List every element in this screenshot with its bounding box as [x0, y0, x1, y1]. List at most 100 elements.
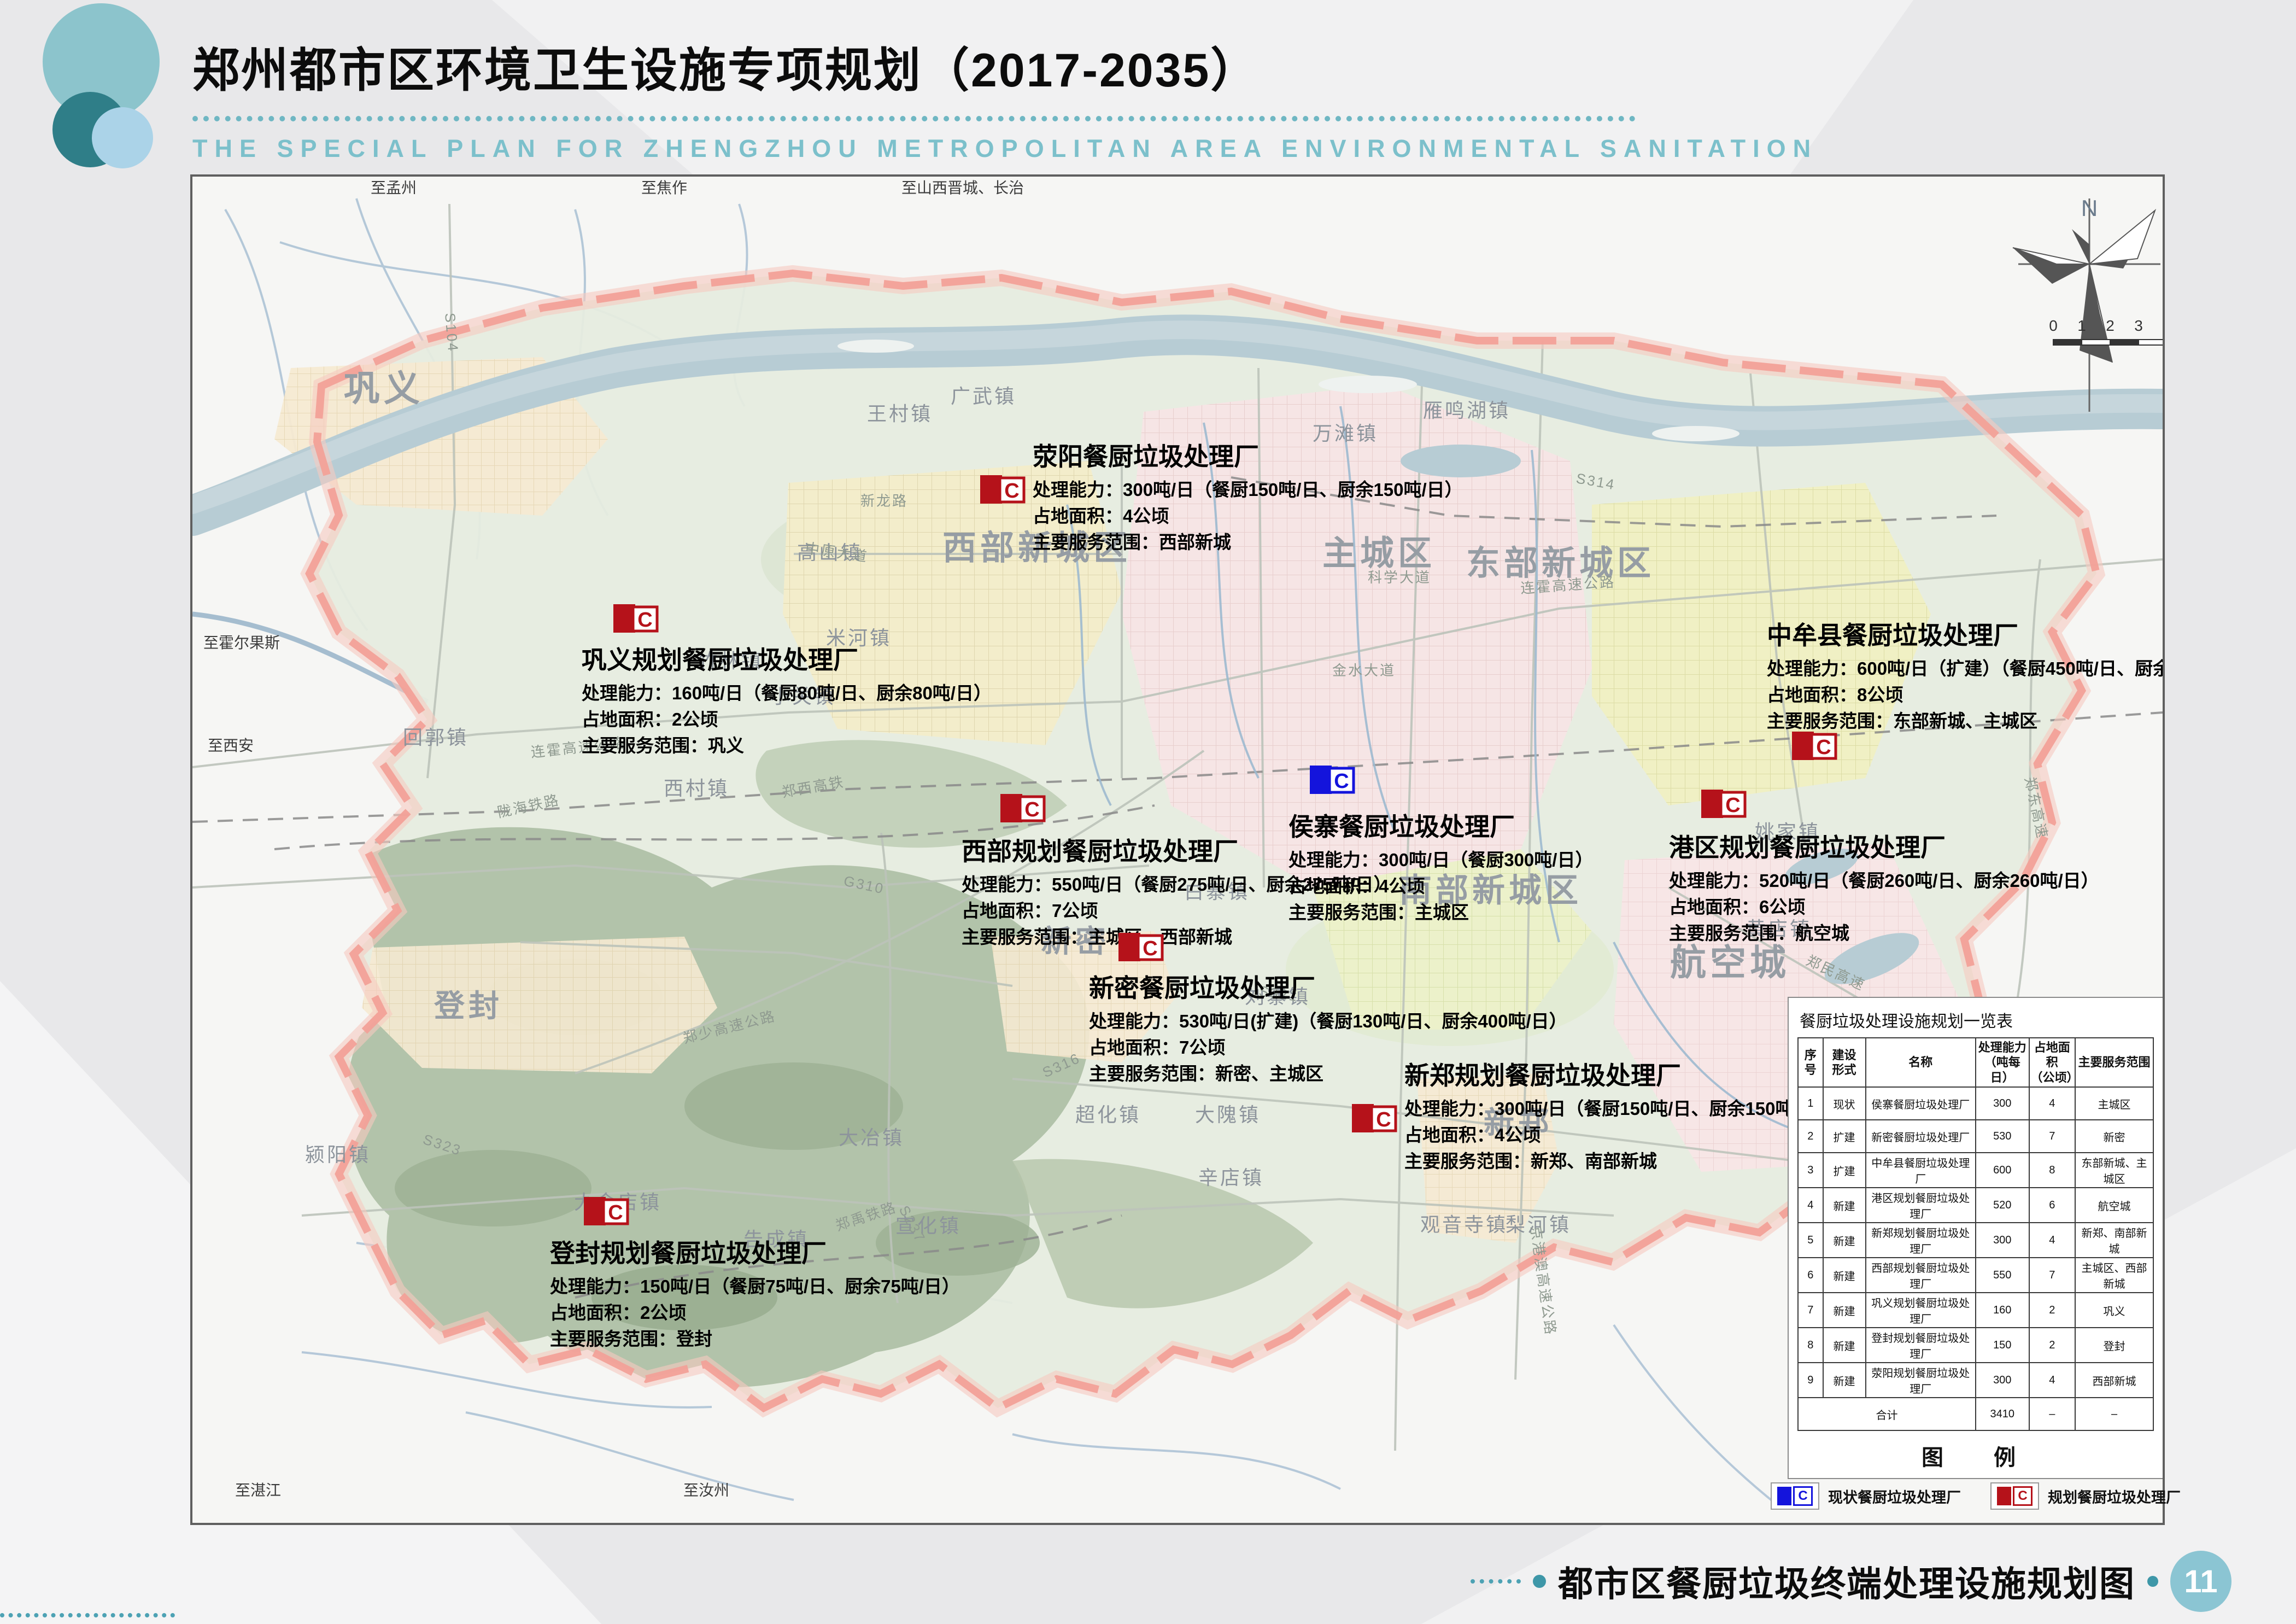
table-cell: 4 [2029, 1223, 2076, 1258]
road-label: 科学大道 [1368, 569, 1431, 586]
footer-caption: 都市区餐厨垃圾终端处理设施规划图 [1558, 1556, 2135, 1607]
legend-item: C规划餐厨垃圾处理厂 [1990, 1482, 2181, 1510]
marker-letter: C [1334, 770, 1349, 793]
table-cell: 8 [2029, 1153, 2076, 1188]
scale-bar-label: 2 [2106, 317, 2115, 334]
table-cell: 600 [1976, 1153, 2029, 1188]
table-cell: 4 [2029, 1087, 2076, 1120]
table-row: 3扩建中牟县餐厨垃圾处理厂6008东部新城、主城区 [1798, 1153, 2153, 1188]
facility-detail: 占地面积：7公顷 [962, 901, 1098, 921]
footer-dotted-line [1471, 1579, 1521, 1584]
table-header-cell: 占地面积 （公顷） [2029, 1038, 2076, 1087]
town-label: 颍阳镇 [305, 1143, 371, 1166]
table-cell: 5 [1798, 1223, 1823, 1258]
table-cell: 150 [1976, 1328, 2029, 1363]
town-label: 大冶镇 [839, 1126, 904, 1149]
map-edge-label: 至西安 [208, 737, 254, 754]
town-label: 西村镇 [664, 777, 729, 799]
facility-name: 荥阳餐厨垃圾处理厂 [1033, 442, 1259, 471]
table-cell: 7 [2029, 1258, 2076, 1293]
marker-letter: C [637, 609, 652, 632]
facility-name: 巩义规划餐厨垃圾处理厂 [582, 646, 858, 674]
region-label: 东部新城区 [1466, 545, 1655, 582]
facility-detail: 主要服务范围：主城区、西部新城 [962, 927, 1232, 947]
marker-letter: C [1143, 937, 1157, 960]
legend-item-label: 现状餐厨垃圾处理厂 [1828, 1486, 1961, 1507]
map-edge-label: 至汝州 [683, 1482, 729, 1499]
region-label: 主城区 [1322, 535, 1436, 573]
table-cell: 7 [2029, 1120, 2076, 1153]
table-cell: – [2075, 1398, 2153, 1430]
table-body: 1现状侯寨餐厨垃圾处理厂3004主城区2扩建新密餐厨垃圾处理厂5307新密3扩建… [1798, 1087, 2153, 1430]
facility-table: 序号建设 形式名称处理能力 （吨每日）占地面积 （公顷）主要服务范围 1现状侯寨… [1797, 1037, 2154, 1431]
town-label: 观音寺镇 [1420, 1213, 1508, 1236]
table-title: 餐厨垃圾处理设施规划一览表 [1800, 1008, 2154, 1032]
planned-facility-marker: C [1118, 933, 1162, 961]
marker-letter-box: C [2013, 1486, 2033, 1506]
facility-table-panel: 餐厨垃圾处理设施规划一览表 序号建设 形式名称处理能力 （吨每日）占地面积 （公… [1788, 997, 2163, 1479]
marker-letter: C [608, 1201, 623, 1224]
table-cell: 新建 [1823, 1258, 1866, 1293]
page-number-badge: 11 [2170, 1551, 2231, 1612]
scale-bar-segment [2082, 340, 2110, 345]
table-cell: 3410 [1976, 1398, 2029, 1430]
table-cell: 主城区、西部新城 [2075, 1258, 2153, 1293]
footer-dot [2147, 1576, 2158, 1587]
facility-name: 新郑规划餐厨垃圾处理厂 [1404, 1061, 1681, 1090]
table-header-cell: 主要服务范围 [2075, 1038, 2153, 1087]
table-cell: 西部规划餐厨垃圾处理厂 [1866, 1258, 1976, 1293]
table-cell: 主城区 [2075, 1087, 2153, 1120]
table-cell: 300 [1976, 1087, 2029, 1120]
footer-left-dotted-line [0, 1613, 175, 1617]
facility-detail: 占地面积：4公顷 [1404, 1125, 1541, 1145]
region-label: 航空城 [1670, 942, 1790, 983]
facility-detail: 主要服务范围：巩义 [582, 735, 744, 756]
region-label: 登封 [434, 989, 503, 1023]
marker-letter: C [1376, 1108, 1391, 1131]
table-cell: 新密餐厨垃圾处理厂 [1866, 1120, 1976, 1153]
facility-name: 西部规划餐厨垃圾处理厂 [962, 837, 1238, 866]
legend-items: C现状餐厨垃圾处理厂C规划餐厨垃圾处理厂 [1797, 1482, 2154, 1510]
table-total-row: 合计3410–– [1798, 1398, 2153, 1430]
town-label: 大隗镇 [1195, 1103, 1261, 1126]
facility-name: 登封规划餐厨垃圾处理厂 [549, 1239, 827, 1267]
table-cell: 登封 [2075, 1328, 2153, 1363]
facility-name: 侯寨餐厨垃圾处理厂 [1288, 813, 1515, 841]
table-header-cell: 建设 形式 [1823, 1038, 1866, 1087]
table-cell: 港区规划餐厨垃圾处理厂 [1866, 1188, 1976, 1223]
facility-detail: 主要服务范围：东部新城、主城区 [1767, 711, 2037, 731]
marker-letter: C [1725, 794, 1740, 817]
table-cell: 新建 [1823, 1223, 1866, 1258]
table-cell: 新密 [2075, 1120, 2153, 1153]
footer: 都市区餐厨垃圾终端处理设施规划图 11 [1471, 1551, 2231, 1612]
table-header-cell: 序号 [1798, 1038, 1823, 1087]
facility-detail: 处理能力：300吨/日（餐厨150吨/日、厨余150吨/日） [1404, 1099, 1835, 1119]
footer-dot [1533, 1575, 1546, 1588]
table-cell: 新建 [1823, 1328, 1866, 1363]
table-cell: 现状 [1823, 1087, 1866, 1120]
map-edge-label: 至霍尔果斯 [203, 634, 280, 651]
planned-facility-marker: C [613, 604, 657, 633]
table-cell: 扩建 [1823, 1153, 1866, 1188]
table-cell: 300 [1976, 1363, 2029, 1398]
table-cell: 3 [1798, 1153, 1823, 1188]
table-cell: 侯寨餐厨垃圾处理厂 [1866, 1087, 1976, 1120]
town-label: 超化镇 [1075, 1103, 1141, 1126]
table-cell: 520 [1976, 1188, 2029, 1223]
table-cell: 新郑规划餐厨垃圾处理厂 [1866, 1223, 1976, 1258]
facility-marker-icon: C [1990, 1482, 2039, 1510]
table-row: 6新建西部规划餐厨垃圾处理厂5507主城区、西部新城 [1798, 1258, 2153, 1293]
facility-detail: 主要服务范围：西部新城 [1033, 532, 1231, 552]
table-cell: 新建 [1823, 1188, 1866, 1223]
road-label: 新龙路 [860, 493, 908, 509]
facility-detail: 占地面积：8公顷 [1767, 685, 1903, 705]
facility-detail: 主要服务范围：新密、主城区 [1089, 1064, 1323, 1084]
table-total-label: 合计 [1798, 1398, 1976, 1430]
table-cell: 荥阳规划餐厨垃圾处理厂 [1866, 1363, 1976, 1398]
table-cell: 530 [1976, 1120, 2029, 1153]
marker-letter: C [1004, 480, 1019, 503]
town-label: 王村镇 [867, 402, 933, 425]
facility-name: 港区规划餐厨垃圾处理厂 [1669, 833, 1946, 862]
table-cell: 4 [2029, 1363, 2076, 1398]
title-dotted-divider [192, 116, 1636, 121]
